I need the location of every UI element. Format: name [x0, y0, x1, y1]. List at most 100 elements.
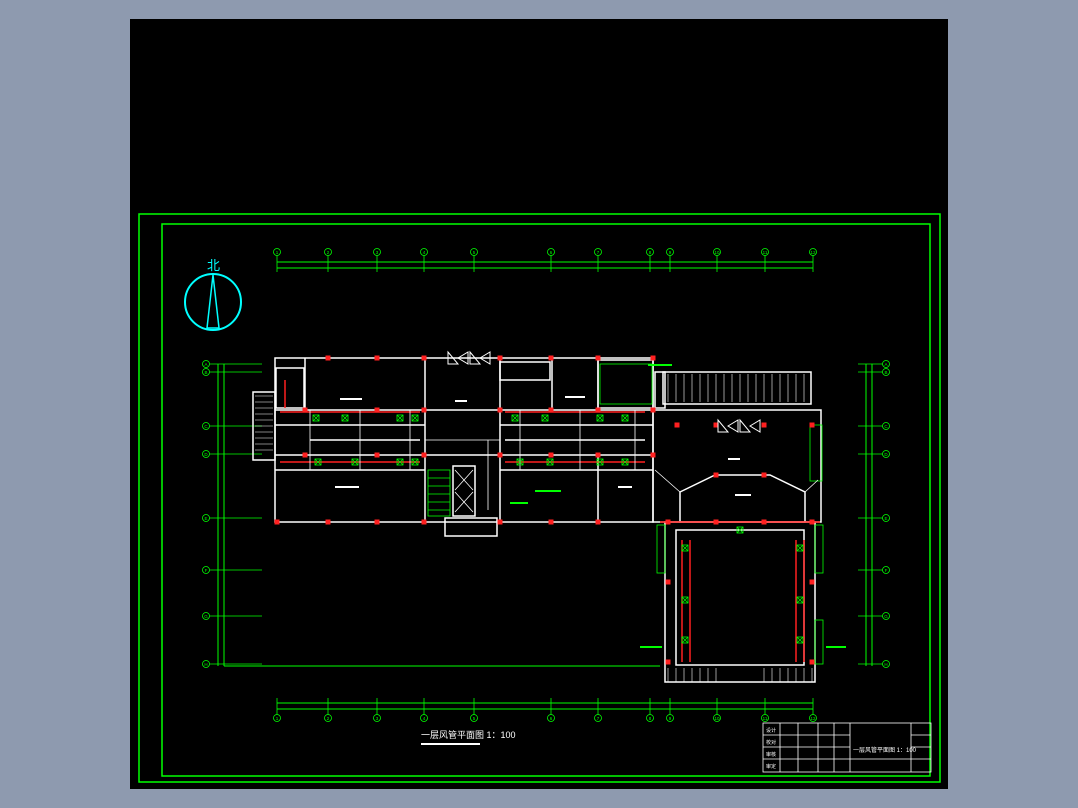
- diffuser-icon: [796, 544, 804, 552]
- elevator-shafts: [454, 469, 474, 513]
- grid-label: 12: [810, 250, 816, 255]
- column-marker: [374, 452, 380, 458]
- column-marker: [809, 422, 815, 428]
- grid-label: E: [204, 516, 207, 521]
- grid-bubble: 5: [470, 698, 478, 722]
- grid-bubble: A: [858, 360, 890, 368]
- column-marker: [497, 355, 503, 361]
- column-marker: [650, 452, 656, 458]
- column-marker: [325, 355, 331, 361]
- column-marker: [761, 519, 767, 525]
- fan-icon: [739, 418, 761, 433]
- grid-label: F: [885, 568, 888, 573]
- column-marker: [665, 519, 671, 525]
- green-equipment: [427, 363, 824, 665]
- grid-label: B: [884, 370, 887, 375]
- column-marker: [497, 452, 503, 458]
- diffuser-icon: [796, 636, 804, 644]
- diffuser-icon: [596, 414, 604, 422]
- grid-label: A: [204, 362, 207, 367]
- outer-frame: [138, 213, 941, 783]
- column-marker: [548, 452, 554, 458]
- diffuser-icon: [312, 414, 320, 422]
- grid-bubble: F: [202, 566, 262, 574]
- grid-bubble: 6: [547, 698, 555, 722]
- diffuser-icon: [796, 596, 804, 604]
- top-dimensions: [277, 261, 813, 269]
- drawing-title-block: 一层风管平面图 1：100: [421, 729, 516, 745]
- grid-label: H: [204, 662, 207, 667]
- bottom-grid-bubbles: 1 2 3 4 5 6 7 8 9 10 11 12: [273, 698, 817, 722]
- grid-label: 11: [763, 716, 768, 721]
- building-walls: [252, 357, 822, 683]
- column-marker: [650, 355, 656, 361]
- grid-label: F: [205, 568, 208, 573]
- grid-bubble: 8: [646, 698, 654, 722]
- grid-label: G: [884, 614, 888, 619]
- grid-label: H: [884, 662, 887, 667]
- grid-bubble: E: [202, 514, 262, 522]
- grid-label: E: [884, 516, 887, 521]
- diffuser-icon: [511, 414, 519, 422]
- column-marker: [595, 355, 601, 361]
- grid-bubble: A: [202, 360, 262, 368]
- grid-bubble: 7: [594, 698, 602, 722]
- column-marker: [761, 422, 767, 428]
- grid-bubble: 9: [666, 698, 674, 722]
- diffuser-icon: [621, 414, 629, 422]
- diffuser-icon: [681, 636, 689, 644]
- column-marker: [548, 355, 554, 361]
- north-needle-icon: [206, 274, 220, 329]
- column-marker: [421, 452, 427, 458]
- diffuser-icon: [341, 414, 349, 422]
- diffuser-icon: [396, 414, 404, 422]
- grid-bubble: 3: [373, 698, 381, 722]
- column-marker: [548, 407, 554, 413]
- bottom-dimensions: [277, 702, 813, 710]
- column-marker: [650, 407, 656, 413]
- column-marker: [374, 519, 380, 525]
- column-marker: [713, 472, 719, 478]
- grid-bubble: C: [858, 422, 890, 430]
- north-label: 北: [207, 258, 220, 273]
- column-marker: [713, 519, 719, 525]
- stairs: [255, 374, 813, 682]
- air-diffusers: [312, 414, 804, 644]
- grid-bubble: B: [202, 368, 262, 376]
- column-marker: [595, 407, 601, 413]
- column-marker: [809, 579, 815, 585]
- grid-bubble: D: [858, 450, 890, 458]
- column-marker: [274, 519, 280, 525]
- inner-frame: [161, 223, 931, 777]
- north-circle: [184, 273, 242, 331]
- column-marker: [325, 519, 331, 525]
- column-marker: [421, 355, 427, 361]
- grid-bubble: 4: [420, 698, 428, 722]
- column-marker: [421, 519, 427, 525]
- title-block-labels: 设计校对审核审定: [766, 727, 776, 770]
- grid-bubble: E: [858, 514, 890, 522]
- grid-bubble: H: [858, 660, 890, 668]
- fan-icon: [717, 418, 739, 433]
- column-marker: [497, 519, 503, 525]
- column-marker: [674, 422, 680, 428]
- grid-bubble: 1: [273, 698, 281, 722]
- grid-label: G: [204, 614, 208, 619]
- title-block-label: 审定: [766, 763, 776, 770]
- diffuser-icon: [681, 596, 689, 604]
- room-labels: [335, 396, 751, 496]
- grid-label: 11: [763, 250, 768, 255]
- grid-bubble: G: [202, 612, 262, 620]
- column-marker: [302, 407, 308, 413]
- grid-bubble: B: [858, 368, 890, 376]
- grid-label: 12: [810, 716, 816, 721]
- column-marker: [665, 579, 671, 585]
- north-arrow: 北: [184, 258, 242, 331]
- column-marker: [761, 472, 767, 478]
- red-column-markers: [274, 355, 815, 665]
- grid-label: 10: [714, 716, 720, 721]
- column-marker: [302, 452, 308, 458]
- diffuser-icon: [541, 414, 549, 422]
- title-block-label: 审核: [766, 751, 776, 758]
- grid-bubble: 2: [324, 698, 332, 722]
